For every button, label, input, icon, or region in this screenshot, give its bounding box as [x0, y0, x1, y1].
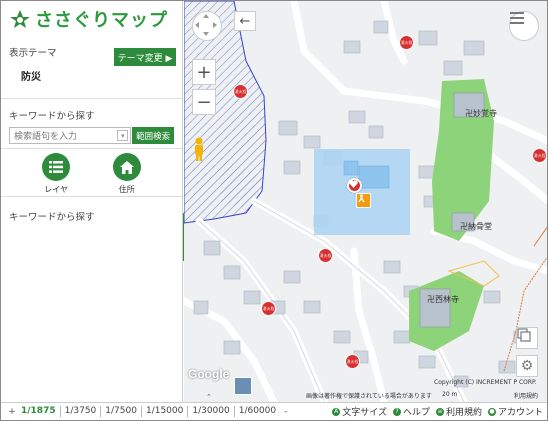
map-notice: 画像は著作権で保護されている場合があります [306, 393, 432, 400]
person-icon [358, 194, 365, 203]
keyword-search-section: キーワードから探す 検索語句を入力 ▾ 範囲検索 [1, 99, 182, 149]
temple-label-1: 卍妙覚寺 [465, 109, 497, 118]
heart-icon [349, 180, 358, 188]
keyword-list-label: キーワードから探す [9, 212, 95, 223]
terms-icon: ≡ [435, 407, 444, 416]
keyword-list-section: キーワードから探す [1, 197, 182, 223]
scale-option[interactable]: 1/3750 [59, 406, 101, 417]
app-logo[interactable]: ささぐりマップ [1, 1, 182, 37]
map-scale: 20 m [442, 391, 458, 398]
layer-button[interactable]: レイヤ [42, 153, 71, 196]
scale-option[interactable]: 1/7500 [100, 406, 141, 417]
theme-change-button[interactable]: テーマ変更 ▶ [114, 48, 176, 66]
address-button[interactable]: 住所 [112, 153, 141, 196]
zoom-in-button[interactable]: + [192, 59, 216, 85]
address-label: 住所 [118, 185, 135, 194]
app-title: ささぐりマップ [35, 10, 168, 31]
search-placeholder: 検索語句を入力 [14, 132, 78, 142]
scale-option[interactable]: 1/60000 [233, 406, 280, 417]
layers-toggle-button[interactable] [516, 327, 538, 349]
scale-option[interactable]: 1/1875 [17, 406, 60, 417]
home-icon [112, 153, 141, 181]
sidebar: ささぐりマップ 表示テーマ テーマ変更 ▶ 防災 キーワードから探す 検索語句を… [1, 1, 183, 402]
gear-icon: ⚙ [520, 358, 534, 374]
hydrant-marker[interactable]: 消火栓 [399, 35, 414, 50]
account-link[interactable]: ● アカウント [487, 405, 543, 418]
evacuation-marker[interactable] [356, 193, 371, 208]
logo-icon [10, 10, 30, 28]
hydrant-marker[interactable]: 消火栓 [345, 354, 360, 369]
footer-links: A 文字サイズ ? ヘルプ ≡ 利用規約 ● アカウント [332, 405, 547, 418]
street-view-pegman[interactable] [192, 137, 216, 165]
hydrant-marker[interactable]: 消火栓 [261, 301, 276, 316]
highlight-region [314, 149, 410, 235]
back-button[interactable]: ← [234, 11, 256, 31]
app-window: ささぐりマップ 表示テーマ テーマ変更 ▶ 防災 キーワードから探す 検索語句を… [0, 0, 548, 421]
theme-value: 防災 [21, 72, 41, 83]
scale-option[interactable]: 1/30000 [187, 406, 233, 417]
pan-control[interactable] [192, 11, 222, 41]
map-terms-link[interactable]: 利用規約 [514, 391, 538, 400]
menu-button[interactable] [509, 11, 539, 41]
help-link[interactable]: ? ヘルプ [392, 405, 430, 418]
google-logo: Google [188, 367, 230, 381]
satellite-thumbnail[interactable] [234, 377, 252, 395]
range-search-button[interactable]: 範囲検索 [132, 127, 174, 144]
hydrant-marker[interactable]: 消火栓 [318, 248, 333, 263]
keyword-label: キーワードから探す [9, 111, 95, 122]
pegman-icon [195, 137, 203, 161]
chevron-down-icon[interactable]: ▾ [117, 130, 129, 141]
temple-label-2: 卍西林寺 [427, 295, 459, 304]
tools-section: レイヤ 住所 [1, 149, 182, 197]
expand-up-icon[interactable]: ⌃ [206, 393, 212, 401]
arrow-left-icon: ← [239, 13, 251, 29]
layer-label: レイヤ [44, 185, 69, 194]
terms-link[interactable]: ≡ 利用規約 [435, 405, 482, 418]
shelter-marker[interactable] [347, 178, 362, 193]
copy-icon [517, 328, 531, 342]
list-icon [42, 153, 71, 181]
hall-label: 卍納骨堂 [460, 222, 492, 231]
help-icon: ? [392, 407, 401, 416]
account-icon: ● [487, 407, 496, 416]
zoom-out-button[interactable]: − [192, 89, 216, 115]
scale-zoom-out[interactable]: - [280, 407, 291, 417]
bottom-bar: + 1/1875 1/3750 1/7500 1/15000 1/30000 1… [1, 402, 547, 420]
search-input[interactable]: 検索語句を入力 ▾ [9, 127, 132, 144]
settings-button[interactable]: ⚙ [516, 355, 538, 377]
scale-option[interactable]: 1/15000 [140, 406, 187, 417]
hydrant-marker[interactable]: 消火栓 [532, 148, 547, 163]
hydrant-marker[interactable]: 消火栓 [233, 84, 248, 99]
font-size-icon: A [332, 407, 341, 416]
map-view[interactable]: 卍妙覚寺 卍納骨堂 卍西林寺 消火栓 消火栓 消火栓 消火栓 消火栓 消火栓 ←… [184, 1, 547, 402]
map-copyright: Copyright (C) INCREMENT P CORP. [434, 379, 537, 386]
theme-section: 表示テーマ テーマ変更 ▶ 防災 [1, 37, 182, 99]
scale-zoom-in[interactable]: + [7, 407, 17, 417]
font-size-link[interactable]: A 文字サイズ [332, 405, 387, 418]
hamburger-icon [510, 12, 524, 24]
compass-icon [195, 14, 217, 36]
